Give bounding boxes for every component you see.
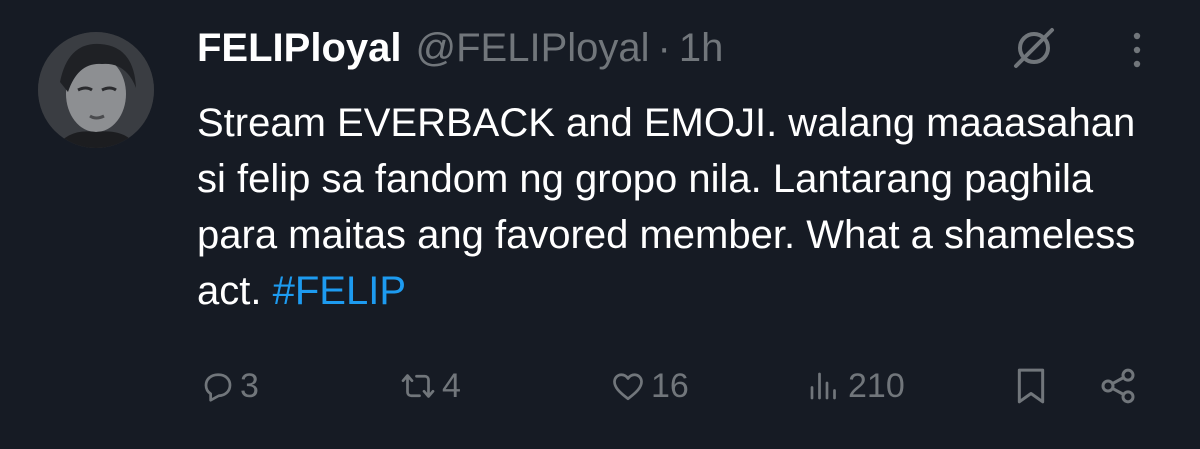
share-icon — [1101, 368, 1135, 404]
share-button[interactable] — [1098, 356, 1138, 416]
reply-icon — [204, 373, 232, 402]
repost-button[interactable]: 4 — [398, 356, 461, 416]
bookmark-icon — [1017, 368, 1045, 404]
action-bar: 3 4 16 210 — [0, 356, 1200, 416]
like-button[interactable]: 16 — [609, 356, 689, 416]
bookmark-button[interactable] — [1014, 356, 1048, 416]
reply-button[interactable]: 3 — [200, 356, 259, 416]
views-button[interactable]: 210 — [804, 356, 905, 416]
hashtag-link[interactable]: #FELIP — [273, 269, 406, 313]
timestamp[interactable]: 1h — [679, 22, 724, 74]
like-count: 16 — [651, 366, 689, 405]
repost-count: 4 — [442, 366, 461, 405]
tweet-text: Stream EVERBACK and EMOJI. walang maaasa… — [197, 95, 1157, 319]
avatar-photo — [38, 32, 154, 148]
user-handle[interactable]: @FELIPloyal — [416, 22, 650, 74]
display-name[interactable]: FELIPloyal — [197, 22, 402, 74]
views-count: 210 — [848, 366, 905, 405]
views-icon — [810, 372, 836, 400]
repost-icon — [401, 374, 435, 398]
heart-icon — [613, 373, 643, 401]
avatar[interactable] — [38, 32, 154, 148]
separator: · — [657, 26, 671, 70]
tweet-header: FELIPloyal @FELIPloyal · 1h — [197, 22, 723, 74]
more-icon[interactable] — [1120, 28, 1154, 72]
reply-count: 3 — [240, 366, 259, 405]
grok-icon[interactable] — [1010, 24, 1058, 72]
